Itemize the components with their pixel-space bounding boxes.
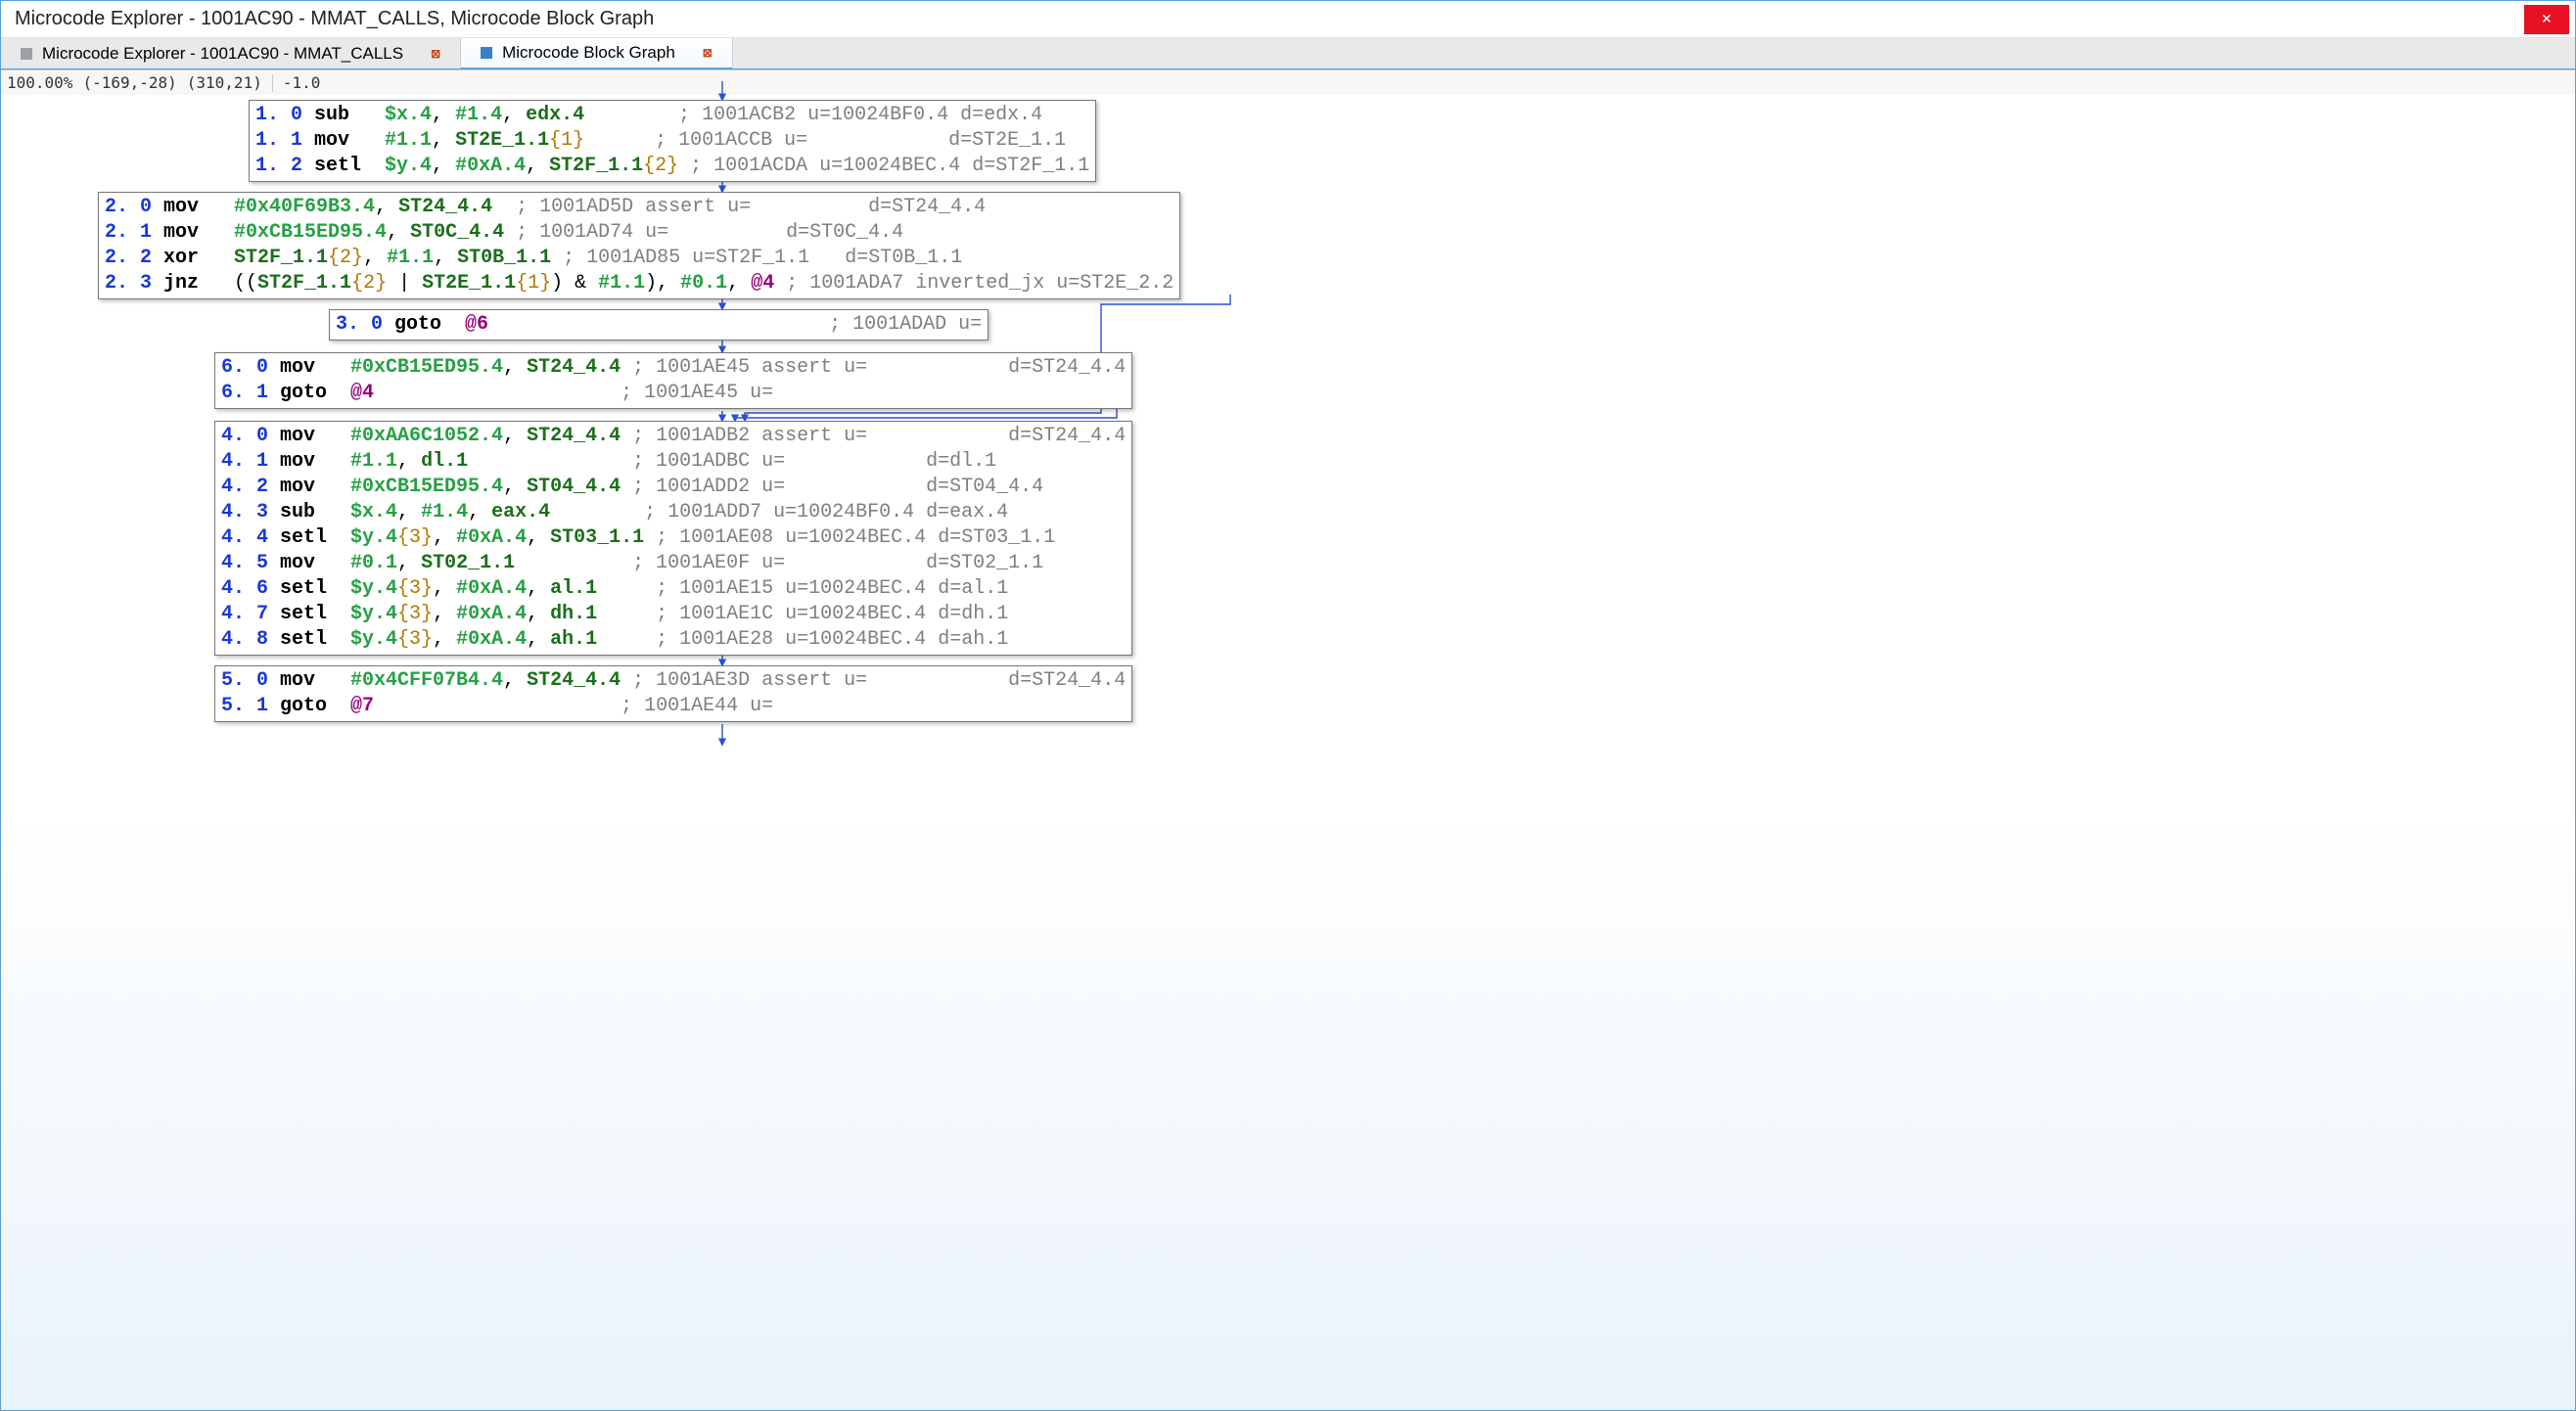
code-line: 4. 1 mov #1.1, dl.1 ; 1001ADBC u= d=dl.1 [221,449,1126,475]
code-line: 2. 2 xor ST2F_1.1{2}, #1.1, ST0B_1.1 ; 1… [105,246,1173,271]
window-title: Microcode Explorer - 1001AC90 - MMAT_CAL… [15,8,654,30]
code-line: 1. 2 setl $y.4, #0xA.4, ST2F_1.1{2} ; 10… [255,154,1089,179]
code-line: 6. 1 goto @4 ; 1001AE45 u= [221,381,1126,406]
code-line: 6. 0 mov #0xCB15ED95.4, ST24_4.4 ; 1001A… [221,355,1126,381]
code-line: 3. 0 goto @6 ; 1001ADAD u= [336,312,982,338]
code-line: 5. 0 mov #0x4CFF07B4.4, ST24_4.4 ; 1001A… [221,668,1126,694]
code-line: 4. 5 mov #0.1, ST02_1.1 ; 1001AE0F u= d=… [221,551,1126,576]
titlebar: Microcode Explorer - 1001AC90 - MMAT_CAL… [1,1,2575,38]
code-line: 4. 8 setl $y.4{3}, #0xA.4, ah.1 ; 1001AE… [221,627,1126,653]
code-line: 4. 4 setl $y.4{3}, #0xA.4, ST03_1.1 ; 10… [221,525,1126,551]
tab-block-graph[interactable]: Microcode Block Graph ⊠ [461,38,733,69]
block-node-b2[interactable]: 2. 0 mov #0x40F69B3.4, ST24_4.4 ; 1001AD… [98,192,1180,299]
code-line: 1. 1 mov #1.1, ST2E_1.1{1} ; 1001ACCB u=… [255,128,1089,154]
graph-area: 1. 0 sub $x.4, #1.4, edx.4 ; 1001ACB2 u=… [1,77,2575,1383]
code-line: 2. 0 mov #0x40F69B3.4, ST24_4.4 ; 1001AD… [105,195,1173,220]
doc-icon [21,48,32,60]
block-node-b3[interactable]: 3. 0 goto @6 ; 1001ADAD u= [329,309,989,341]
close-icon: ✕ [2541,11,2553,27]
block-node-b4[interactable]: 4. 0 mov #0xAA6C1052.4, ST24_4.4 ; 1001A… [214,421,1132,656]
code-line: 2. 3 jnz ((ST2F_1.1{2} | ST2E_1.1{1}) & … [105,271,1173,296]
code-line: 4. 7 setl $y.4{3}, #0xA.4, dh.1 ; 1001AE… [221,602,1126,627]
code-line: 4. 3 sub $x.4, #1.4, eax.4 ; 1001ADD7 u=… [221,500,1126,525]
tabstrip: Microcode Explorer - 1001AC90 - MMAT_CAL… [1,38,2575,69]
code-line: 5. 1 goto @7 ; 1001AE44 u= [221,694,1126,719]
code-line: 4. 2 mov #0xCB15ED95.4, ST04_4.4 ; 1001A… [221,475,1126,500]
code-line: 2. 1 mov #0xCB15ED95.4, ST0C_4.4 ; 1001A… [105,220,1173,246]
tab-close-icon[interactable]: ⊠ [431,49,440,59]
block-node-b1[interactable]: 1. 0 sub $x.4, #1.4, edx.4 ; 1001ACB2 u=… [249,100,1096,182]
block-node-b5[interactable]: 5. 0 mov #0x4CFF07B4.4, ST24_4.4 ; 1001A… [214,665,1132,722]
block-node-b6[interactable]: 6. 0 mov #0xCB15ED95.4, ST24_4.4 ; 1001A… [214,352,1132,409]
code-line: 4. 0 mov #0xAA6C1052.4, ST24_4.4 ; 1001A… [221,424,1126,449]
window-close-button[interactable]: ✕ [2524,5,2569,34]
graph-canvas[interactable]: 1. 0 sub $x.4, #1.4, edx.4 ; 1001ACB2 u=… [1,69,2575,1410]
doc-icon [481,47,492,59]
tab-close-icon[interactable]: ⊠ [703,48,713,58]
code-line: 4. 6 setl $y.4{3}, #0xA.4, al.1 ; 1001AE… [221,576,1126,602]
code-line: 1. 0 sub $x.4, #1.4, edx.4 ; 1001ACB2 u=… [255,103,1089,128]
tab-microcode-explorer[interactable]: Microcode Explorer - 1001AC90 - MMAT_CAL… [1,38,461,68]
tab-label: Microcode Block Graph [502,43,675,63]
tab-label: Microcode Explorer - 1001AC90 - MMAT_CAL… [42,44,403,64]
app-window: Microcode Explorer - 1001AC90 - MMAT_CAL… [0,0,2576,1411]
